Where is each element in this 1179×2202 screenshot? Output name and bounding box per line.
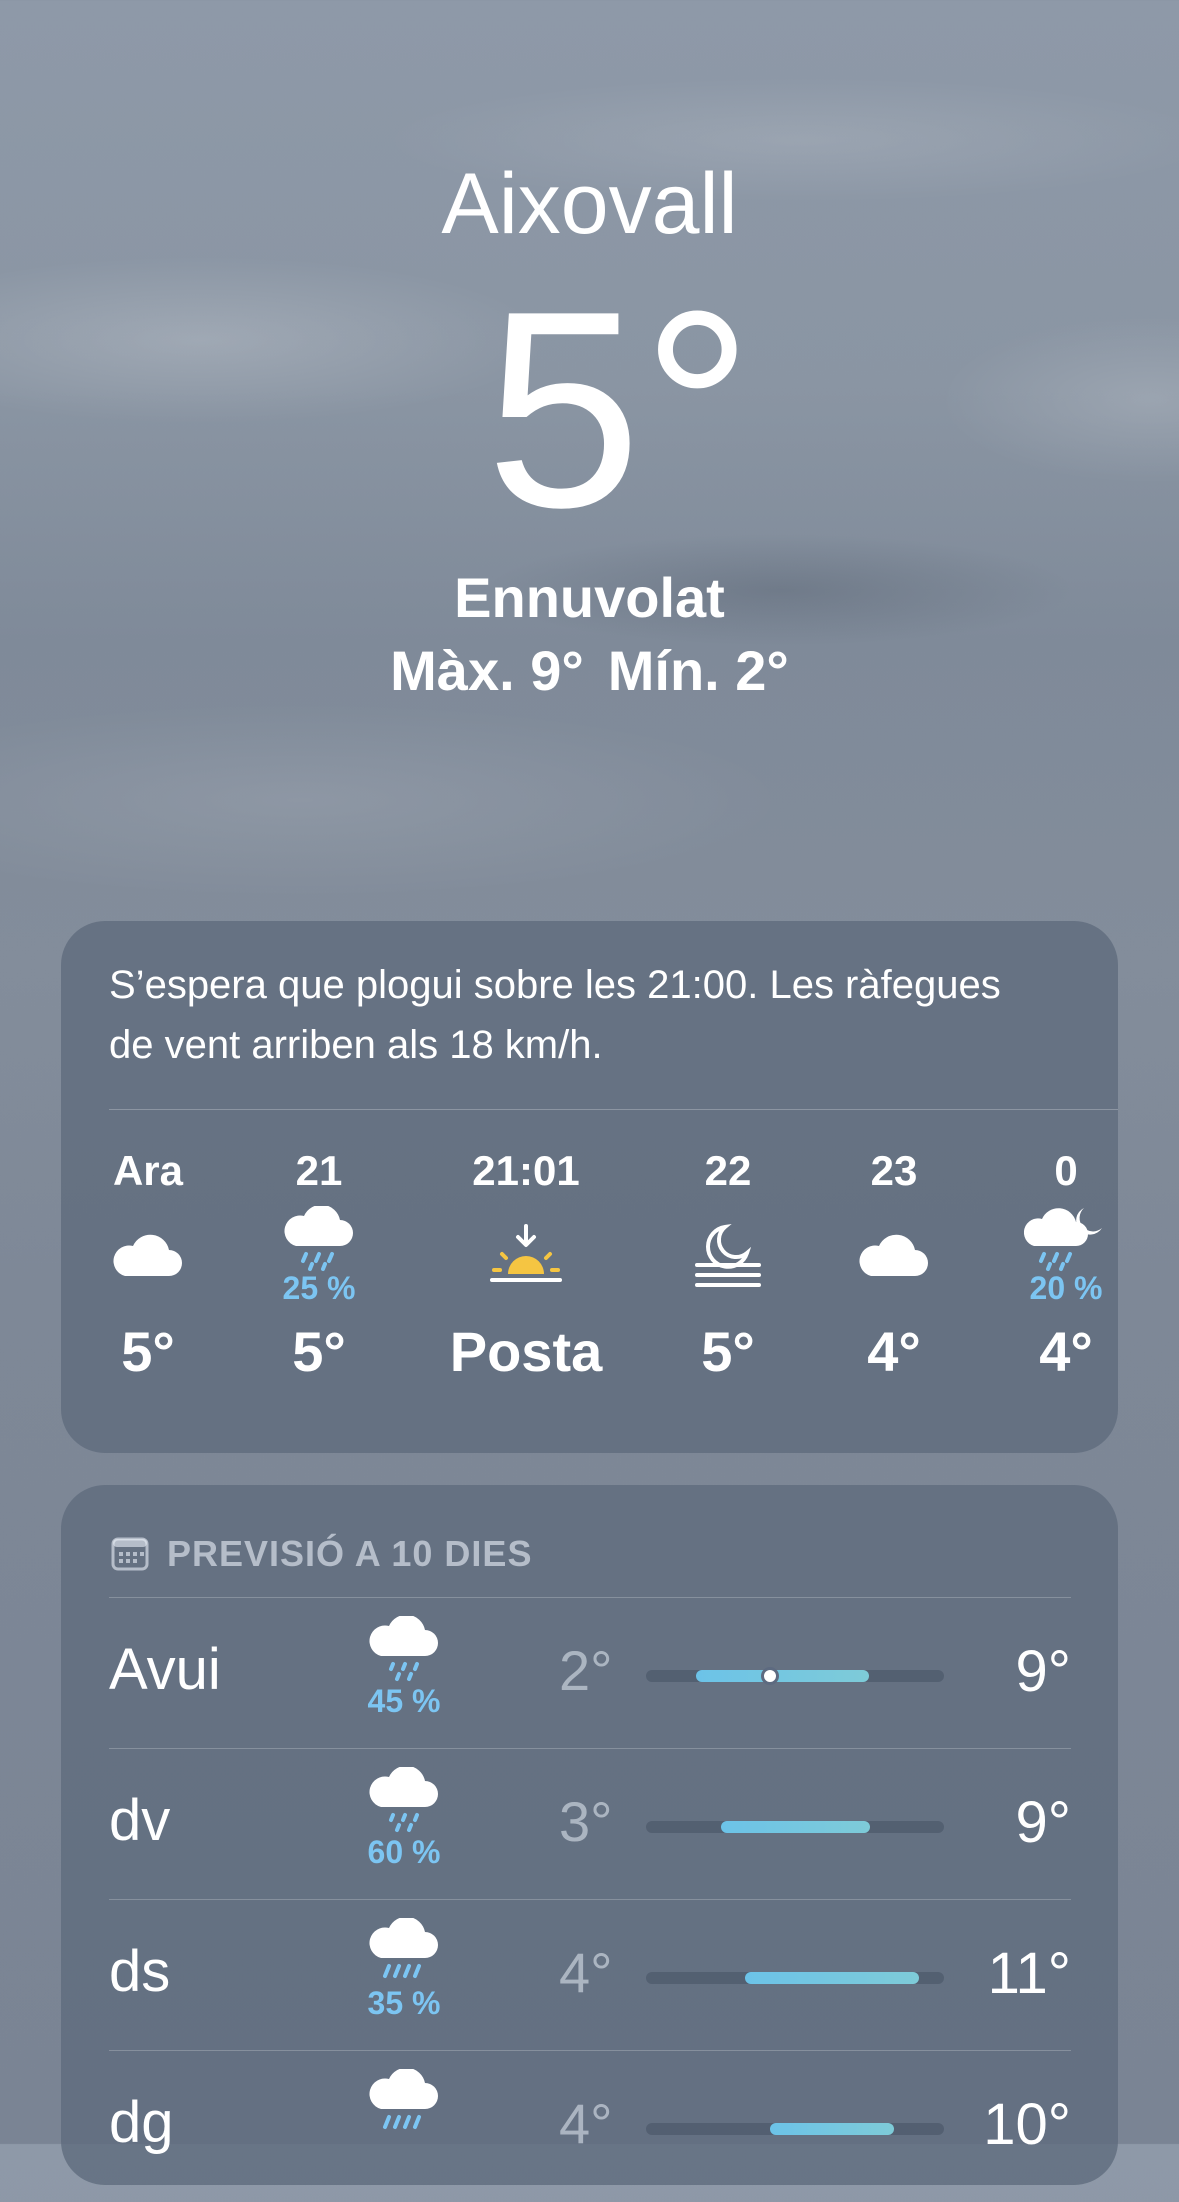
hour-item: 23 4° xyxy=(809,1141,979,1383)
cloud-icon xyxy=(63,1201,233,1311)
temp-range-fill xyxy=(695,1670,870,1682)
low-temp: 2° xyxy=(559,1639,613,1702)
hour-temp: 5° xyxy=(701,1320,755,1383)
cloud-moon-rain-icon: 20 % xyxy=(981,1201,1151,1311)
cloud-rain-icon: 35 % xyxy=(349,1916,459,2022)
city-name: Aixovall xyxy=(441,156,738,252)
high-temp: 9° xyxy=(1015,1639,1071,1704)
day-label: dv xyxy=(109,1788,171,1853)
cloud-drizzle-icon: 60 % xyxy=(349,1765,459,1871)
precip-chance: 45 % xyxy=(367,1683,441,1719)
low-temp: 3° xyxy=(559,1790,613,1853)
hour-temp: 5° xyxy=(121,1320,175,1383)
sunset-icon xyxy=(441,1201,611,1311)
hour-item: 0 20 % 4° xyxy=(981,1141,1151,1383)
high-temp: 10° xyxy=(983,2092,1071,2157)
current-temp-marker xyxy=(761,1667,780,1685)
hour-temp: 4° xyxy=(867,1320,921,1383)
day-row[interactable]: Avui 45 % 2° 9° xyxy=(109,1597,1071,1749)
temp-range-fill xyxy=(745,1972,920,1984)
day-row[interactable]: dv 60 % 3° 9° xyxy=(109,1748,1071,1900)
hour-item: Ara 5° xyxy=(63,1141,233,1383)
hour-temp: 5° xyxy=(292,1320,346,1383)
high-low: Màx. 9° Mín. 2° xyxy=(0,638,1179,703)
temp-range-bar xyxy=(646,1821,944,1833)
high-temp: 9° xyxy=(1015,1790,1071,1855)
hour-item: 22 5° xyxy=(643,1141,813,1383)
temp-range-bar xyxy=(646,2123,944,2135)
precip-chance: 60 % xyxy=(367,1834,441,1870)
hour-label: 0 xyxy=(1054,1147,1078,1194)
low-temp: 4° xyxy=(559,2092,613,2155)
hour-label: 21 xyxy=(295,1147,343,1194)
calendar-icon xyxy=(111,1537,149,1571)
temp-range-fill xyxy=(720,1821,870,1833)
cloud-icon xyxy=(809,1201,979,1311)
ten-day-title: PREVISIÓ A 10 DIES xyxy=(167,1533,533,1574)
hour-label: Ara xyxy=(112,1147,184,1194)
day-label: dg xyxy=(109,2090,174,2155)
ten-day-header: PREVISIÓ A 10 DIES xyxy=(111,1533,532,1575)
cloud-rain-icon: 25 % xyxy=(234,1201,404,1311)
low-temp: Mín. 2° xyxy=(607,639,789,702)
hour-label: 22 xyxy=(704,1147,752,1194)
hourly-forecast-card[interactable]: S’espera que plogui sobre les 21:00. Les… xyxy=(61,921,1118,1453)
high-temp: Màx. 9° xyxy=(390,639,584,702)
low-temp: 4° xyxy=(559,1941,613,2004)
high-temp: 11° xyxy=(987,1941,1071,2006)
moon-fog-icon xyxy=(643,1201,813,1311)
divider xyxy=(109,1109,1118,1110)
precip-chance: 25 % xyxy=(282,1269,356,1306)
hour-item: 21 25 % 5° xyxy=(234,1141,404,1383)
precip-chance: 20 % xyxy=(1029,1269,1103,1306)
current-temperature: 5° xyxy=(485,254,754,566)
forecast-summary: S’espera que plogui sobre les 21:00. Les… xyxy=(109,963,1001,1067)
hour-label: 23 xyxy=(870,1147,918,1194)
condition-text: Ennuvolat xyxy=(454,566,725,629)
day-row[interactable]: dg 4° 10° xyxy=(109,2050,1071,2202)
day-label: Avui xyxy=(109,1637,221,1702)
day-row[interactable]: ds 35 % 4° 11° xyxy=(109,1899,1071,2051)
hour-item: 21:01 Posta xyxy=(441,1141,611,1383)
temp-range-bar xyxy=(646,1972,944,1984)
day-label: ds xyxy=(109,1939,171,2004)
cloud-rain-icon xyxy=(349,2067,459,2140)
hourly-scroll[interactable]: Ara 5° 21 25 % 5° 21:01 Posta 22 5° 23 4… xyxy=(61,1141,1118,1441)
ten-day-forecast-card[interactable]: PREVISIÓ A 10 DIES Avui 45 % 2° 9° dv 60… xyxy=(61,1485,1118,2185)
temp-range-fill xyxy=(770,2123,895,2135)
temp-range-bar xyxy=(646,1667,944,1685)
hour-label: 21:01 xyxy=(472,1147,580,1194)
hour-temp: 4° xyxy=(1039,1320,1093,1383)
sunset-label: Posta xyxy=(449,1320,603,1383)
precip-chance: 35 % xyxy=(367,1985,441,2021)
cloud-drizzle-icon: 45 % xyxy=(349,1614,459,1720)
